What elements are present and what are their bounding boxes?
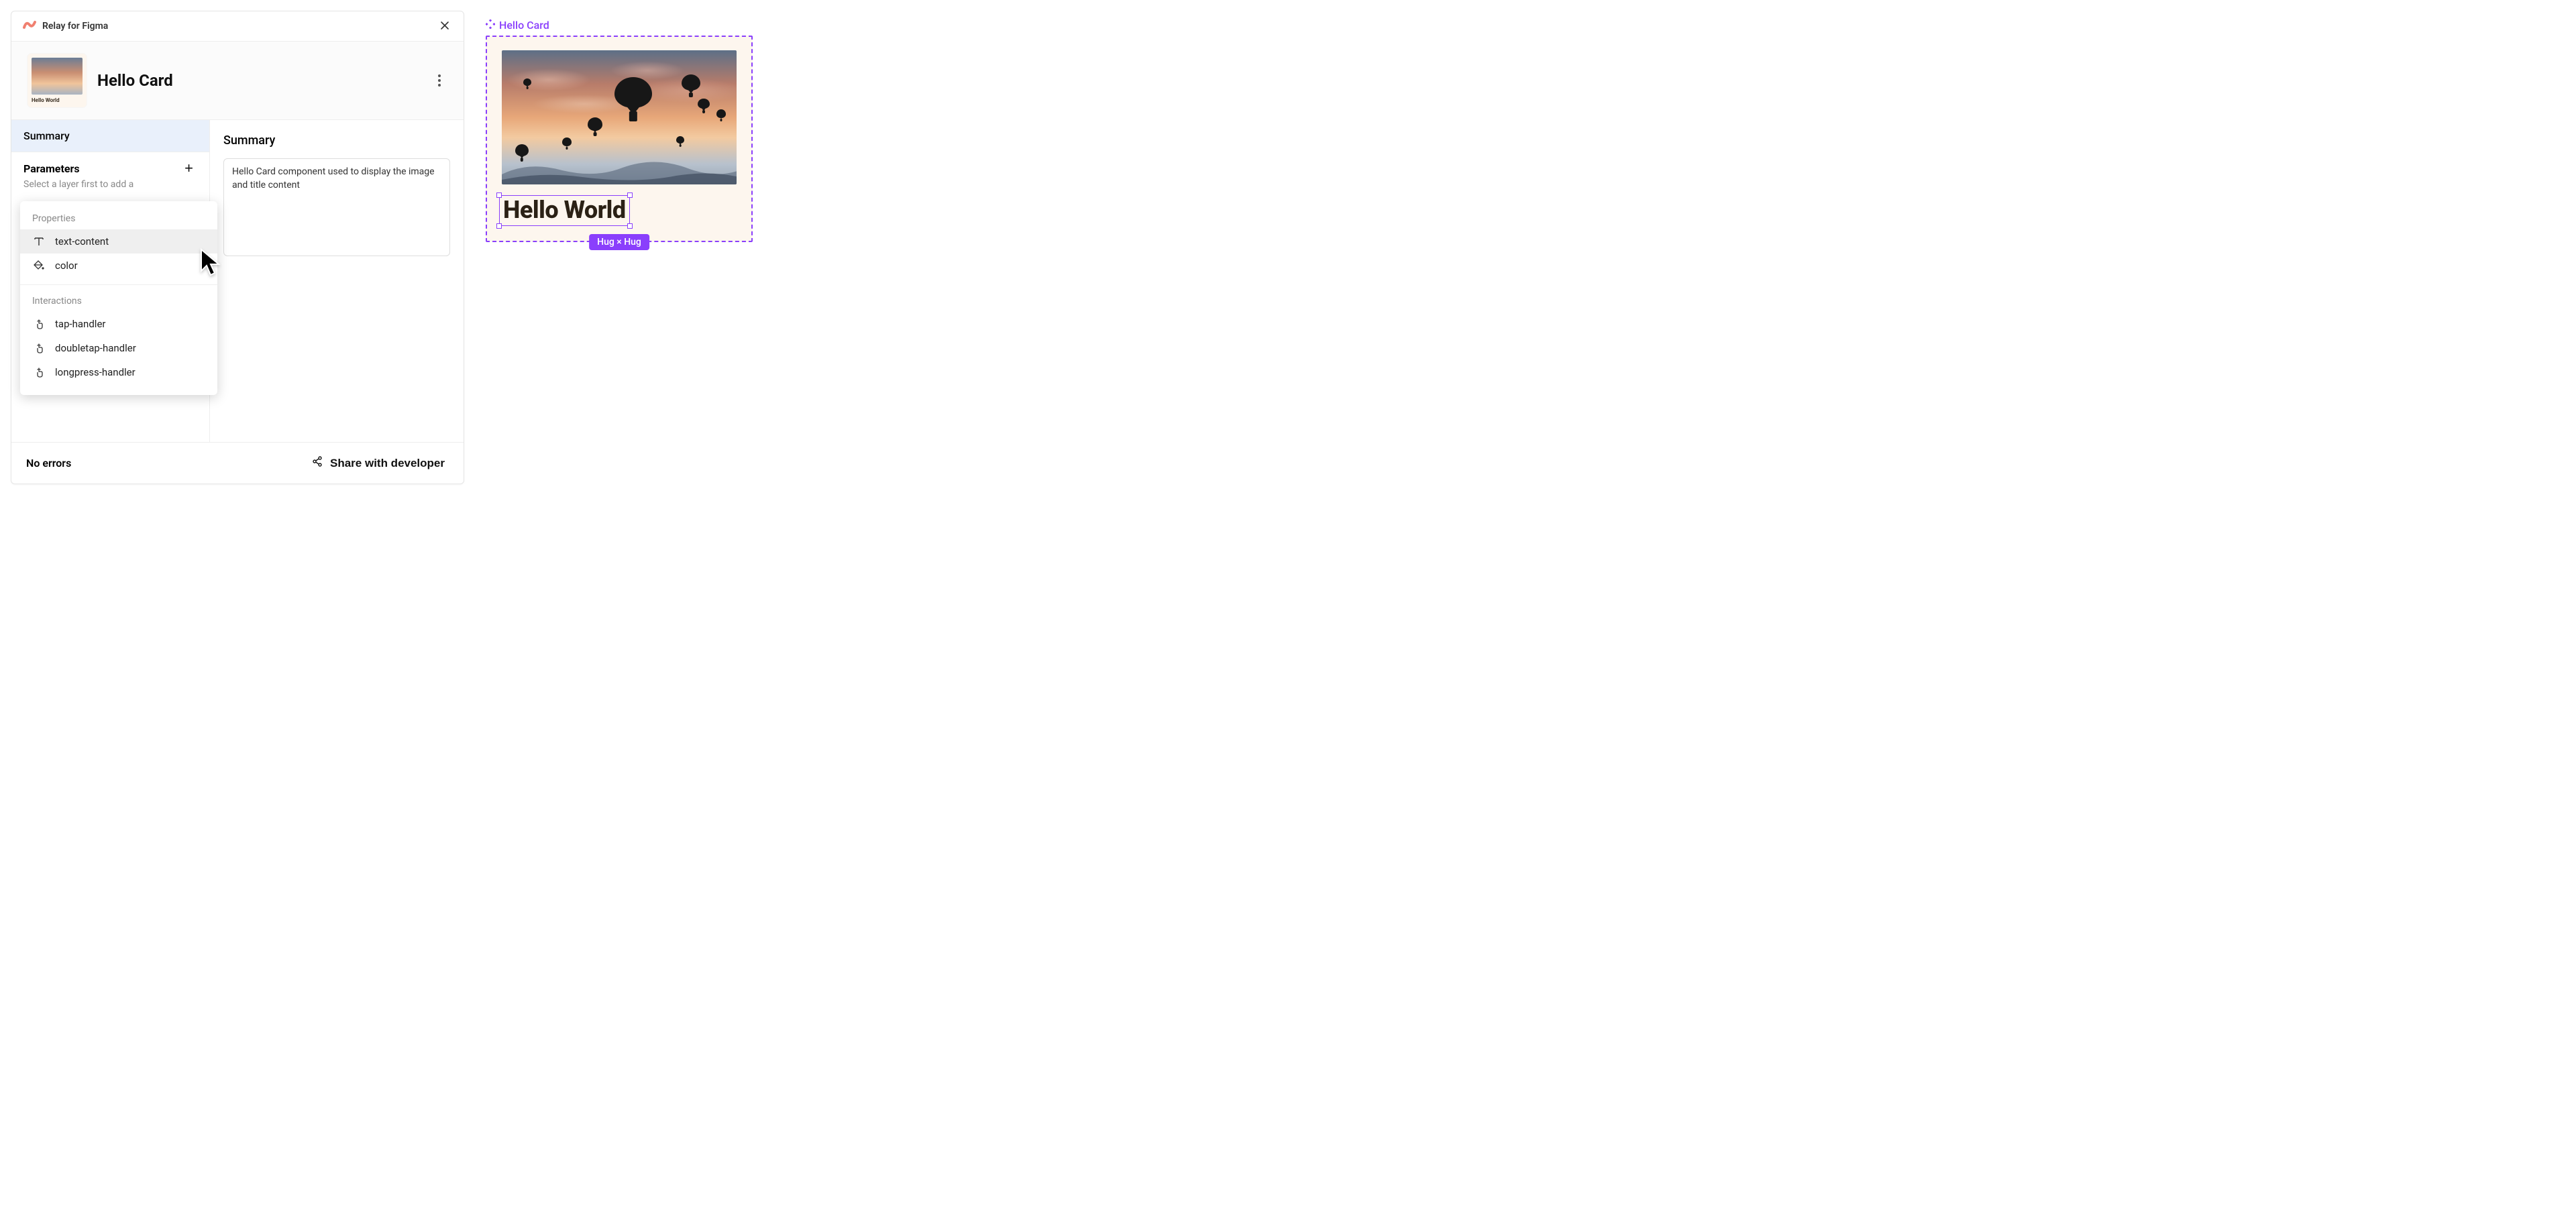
popover-section-properties: Properties [20, 209, 217, 229]
tab-parameters[interactable]: Parameters + [11, 152, 209, 179]
tap-icon [32, 366, 46, 379]
popover-divider [20, 284, 217, 285]
hello-card-component[interactable]: Hello World Hug × Hug [486, 36, 753, 242]
main-content: Summary [210, 120, 464, 442]
tap-icon [32, 317, 46, 331]
component-header: Hello World Hello Card [11, 42, 464, 120]
relay-logo-icon [22, 19, 37, 33]
title-layer-selected[interactable]: Hello World [502, 198, 627, 223]
plugin-name: Relay for Figma [42, 21, 108, 32]
autolayout-size-pill: Hug × Hug [589, 234, 649, 250]
text-icon [32, 235, 46, 248]
component-frame-label-text: Hello Card [499, 19, 549, 32]
resize-handle-tl[interactable] [496, 192, 502, 198]
close-icon [439, 20, 450, 33]
component-thumbnail: Hello World [28, 54, 87, 107]
add-parameter-button[interactable]: + [180, 160, 197, 176]
plus-icon: + [184, 160, 193, 176]
share-icon [311, 455, 323, 471]
summary-textarea[interactable] [223, 158, 450, 256]
tab-parameters-label: Parameters [23, 162, 80, 175]
popover-section-interactions: Interactions [20, 292, 217, 312]
thumbnail-label: Hello World [32, 97, 83, 103]
add-parameter-popover: Properties text-content color Interactio… [20, 201, 217, 395]
interaction-option-doubletap[interactable]: doubletap-handler [20, 336, 217, 360]
resize-handle-bl[interactable] [496, 223, 502, 229]
popover-item-label: text-content [55, 235, 109, 247]
errors-status: No errors [26, 457, 71, 469]
interaction-option-tap[interactable]: tap-handler [20, 312, 217, 336]
plugin-footer: No errors Share with developer [11, 442, 464, 484]
selection-box [499, 195, 630, 226]
popover-item-label: longpress-handler [55, 366, 136, 378]
plugin-brand: Relay for Figma [22, 19, 108, 33]
popover-item-label: tap-handler [55, 318, 105, 330]
hero-image [502, 50, 737, 184]
main-section-title: Summary [223, 133, 450, 148]
interaction-option-longpress[interactable]: longpress-handler [20, 360, 217, 384]
property-option-text-content[interactable]: text-content [20, 229, 217, 254]
share-label: Share with developer [330, 457, 445, 470]
resize-handle-tr[interactable] [627, 192, 633, 198]
resize-handle-br[interactable] [627, 223, 633, 229]
hills-silhouette [502, 148, 737, 184]
parameters-help-text: Select a layer first to add a [11, 179, 209, 190]
component-menu-button[interactable] [431, 72, 447, 89]
tap-icon [32, 341, 46, 355]
property-option-color[interactable]: color [20, 254, 217, 278]
component-icon [486, 19, 495, 32]
share-with-developer-button[interactable]: Share with developer [307, 455, 449, 471]
component-frame-label[interactable]: Hello Card [486, 19, 753, 32]
popover-item-label: color [55, 260, 78, 272]
figma-canvas: Hello Card [486, 19, 753, 242]
thumbnail-image [32, 58, 83, 95]
paint-bucket-icon [32, 259, 46, 272]
popover-item-label: doubletap-handler [55, 342, 136, 354]
close-button[interactable] [437, 18, 453, 34]
component-title: Hello Card [97, 71, 421, 90]
tab-summary[interactable]: Summary [11, 120, 209, 152]
cursor-icon [199, 248, 221, 280]
plugin-header: Relay for Figma [11, 11, 464, 42]
